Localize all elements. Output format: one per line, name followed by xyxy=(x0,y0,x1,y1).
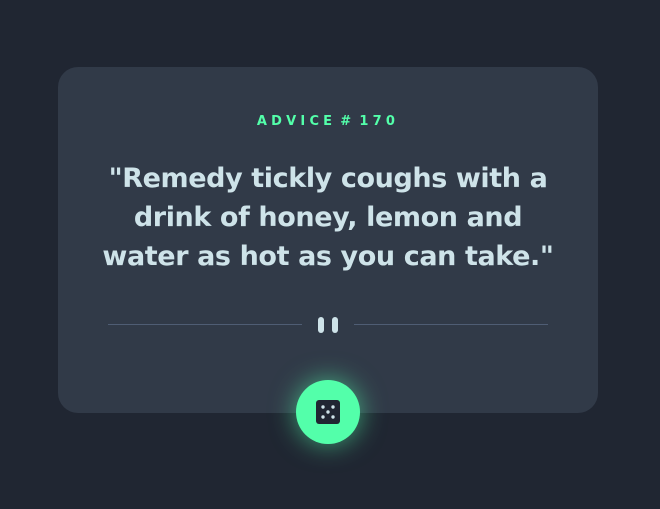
advice-id: ADVICE #170 xyxy=(58,114,598,129)
advice-id-number: 170 xyxy=(359,114,400,129)
pause-icon xyxy=(318,317,338,333)
divider-line-left xyxy=(108,324,302,325)
dice-icon xyxy=(316,400,340,424)
advice-quote: "Remedy tickly coughs with a drink of ho… xyxy=(102,163,554,272)
divider-line-right xyxy=(354,324,548,325)
advice-id-hash: # xyxy=(340,114,356,129)
advice-card: ADVICE #170 "Remedy tickly coughs with a … xyxy=(58,67,598,413)
dice-button[interactable] xyxy=(296,380,360,444)
divider xyxy=(108,317,548,333)
advice-id-label: ADVICE xyxy=(256,114,337,129)
